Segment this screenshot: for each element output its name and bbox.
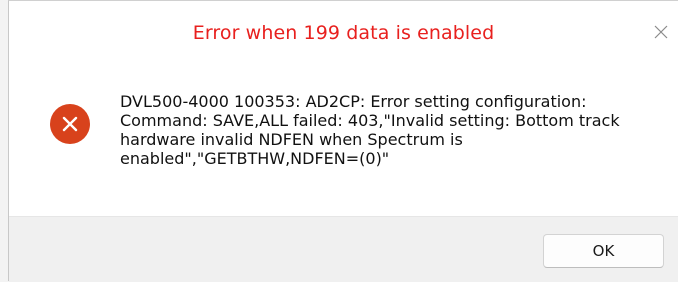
error-icon — [50, 104, 90, 144]
close-button[interactable] — [644, 15, 678, 49]
error-message: DVL500-4000 100353: AD2CP: Error setting… — [120, 92, 620, 168]
ok-button[interactable]: OK — [543, 234, 664, 268]
dialog-titlebar: Error when 199 data is enabled — [9, 1, 678, 61]
dialog-title: Error when 199 data is enabled — [192, 22, 495, 44]
close-icon — [654, 25, 668, 39]
dialog-footer: OK — [9, 216, 678, 282]
error-dialog: Error when 199 data is enabled DVL500-40… — [8, 0, 678, 282]
dialog-body: DVL500-4000 100353: AD2CP: Error setting… — [9, 61, 678, 216]
